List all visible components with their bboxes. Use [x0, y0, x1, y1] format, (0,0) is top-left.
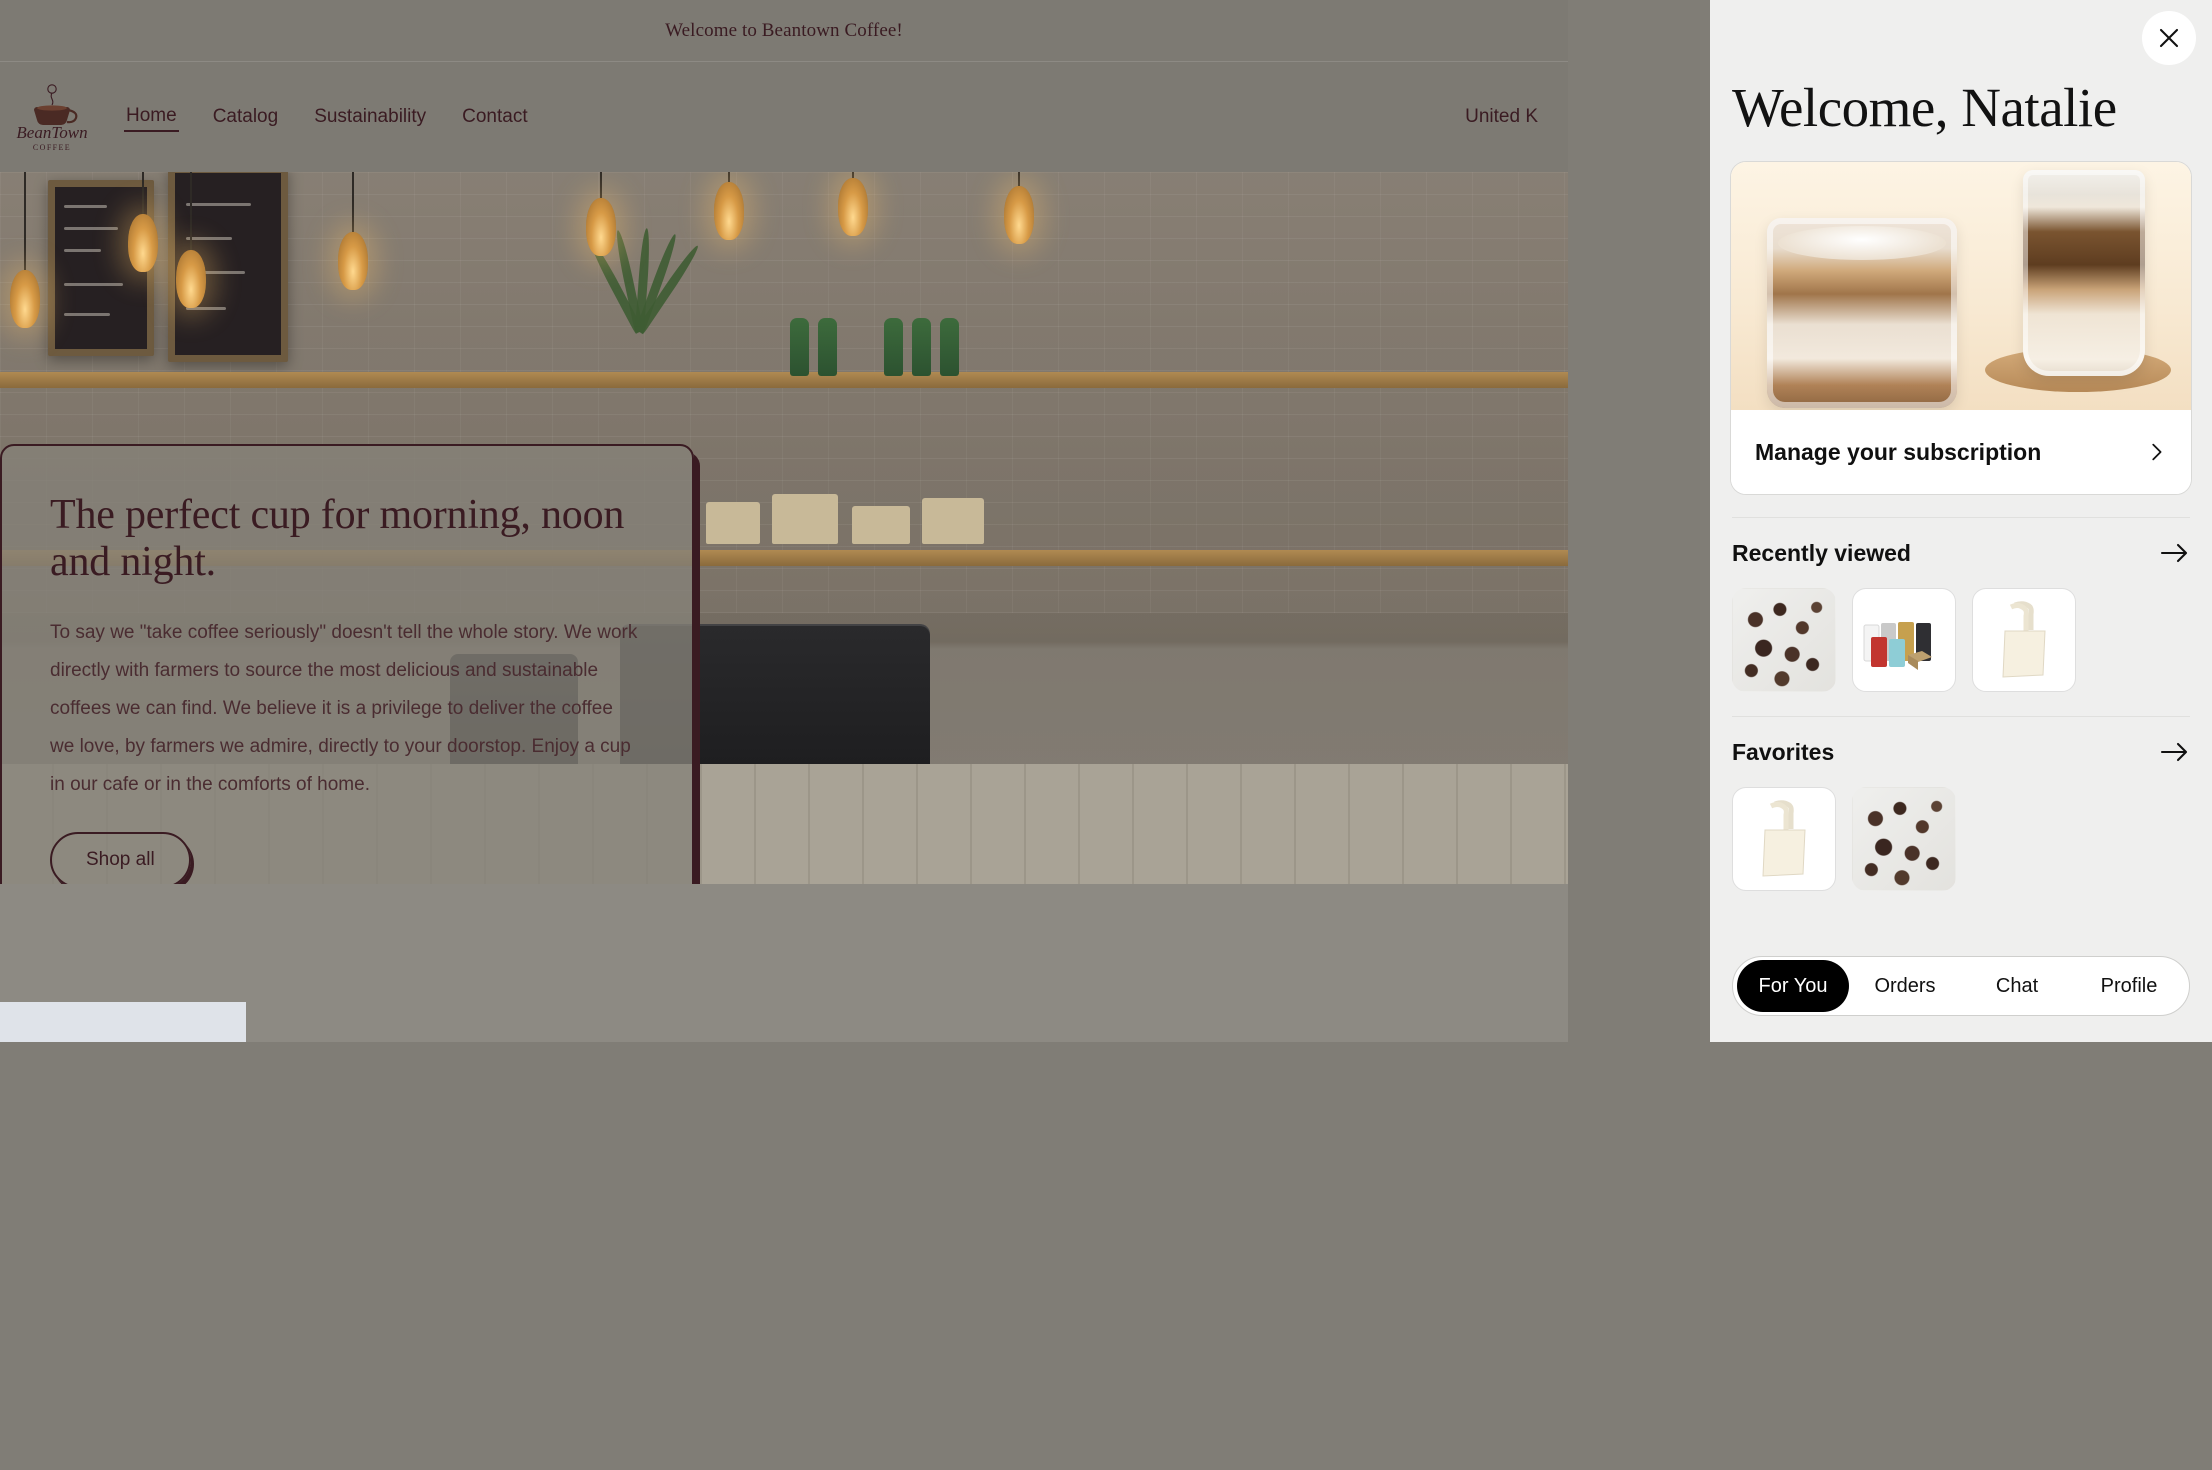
coffee-bag	[772, 494, 838, 544]
pendant-light	[714, 182, 744, 240]
announcement-bar: Welcome to Beantown Coffee!	[0, 0, 1568, 62]
favorites-thumbnails	[1732, 787, 2190, 891]
nav-link-sustainability[interactable]: Sustainability	[312, 103, 428, 131]
manage-subscription-row[interactable]: Manage your subscription	[1731, 410, 2191, 494]
recently-viewed-header: Recently viewed	[1732, 518, 2190, 588]
favorites-see-all-button[interactable]	[2160, 740, 2190, 764]
subscription-image	[1731, 162, 2191, 410]
svg-text:COFFEE: COFFEE	[33, 143, 71, 152]
recently-viewed-title: Recently viewed	[1732, 539, 1911, 566]
pendant-light	[1004, 186, 1034, 244]
pendant-light	[838, 178, 868, 236]
brand-logo[interactable]: BeanTown COFFEE	[8, 78, 96, 156]
panel-greeting: Welcome, Natalie	[1732, 77, 2117, 138]
storefront-page: Welcome to Beantown Coffee! BeanTown COF…	[0, 0, 1568, 1042]
subscription-card[interactable]: Manage your subscription	[1730, 161, 2192, 495]
close-icon	[2159, 28, 2179, 48]
close-panel-button[interactable]	[2142, 11, 2196, 65]
product-thumbnail-coffee-bags[interactable]	[1852, 588, 1956, 692]
pendant-light	[10, 270, 40, 328]
chevron-right-icon	[2145, 441, 2167, 463]
panel-topbar	[1710, 0, 2212, 66]
arrow-right-icon	[2160, 742, 2188, 762]
cold-brew-glass	[2023, 170, 2145, 376]
nav-links: Home Catalog Sustainability Contact	[124, 102, 530, 132]
nav-right-group: United K	[1465, 106, 1544, 128]
favorites-section: Favorites	[1710, 717, 2212, 891]
announcement-text: Welcome to Beantown Coffee!	[665, 19, 903, 41]
panel-tabbar: For You Orders Chat Profile	[1732, 956, 2190, 1016]
favorites-header: Favorites	[1732, 717, 2190, 787]
coffee-bag	[852, 506, 910, 544]
panel-content: Manage your subscription Recently viewed	[1710, 161, 2212, 1042]
pendant-light	[176, 250, 206, 308]
product-thumbnail-cacao-nibs[interactable]	[1732, 588, 1836, 692]
bottle	[912, 318, 931, 376]
main-navigation: BeanTown COFFEE Home Catalog Sustainabil…	[0, 62, 1568, 172]
nav-link-catalog[interactable]: Catalog	[211, 103, 281, 131]
bottle	[818, 318, 837, 376]
below-hero-section	[0, 884, 1568, 1042]
coffee-bag	[922, 498, 984, 544]
hero-body-text: To say we "take coffee seriously" doesn'…	[50, 622, 638, 796]
panel-tabbar-wrapper: For You Orders Chat Profile	[1710, 956, 2212, 1042]
recently-viewed-see-all-button[interactable]	[2160, 541, 2190, 565]
pendant-light	[128, 214, 158, 272]
recently-viewed-section: Recently viewed	[1710, 518, 2212, 692]
product-thumbnail-cacao-nibs[interactable]	[1852, 787, 1956, 891]
hero-title: The perfect cup for morning, noon and ni…	[50, 492, 625, 586]
favorites-title: Favorites	[1732, 738, 1835, 765]
page-footer-block	[0, 1002, 246, 1042]
bottle	[790, 318, 809, 376]
product-thumbnail-tote-bag[interactable]	[1732, 787, 1836, 891]
recently-viewed-thumbnails	[1732, 588, 2190, 692]
nav-link-home[interactable]: Home	[124, 102, 179, 132]
coffee-bag	[706, 502, 760, 544]
tab-for-you[interactable]: For You	[1737, 960, 1849, 1012]
hero-section: The perfect cup for morning, noon and ni…	[0, 172, 1568, 884]
tab-profile[interactable]: Profile	[2073, 960, 2185, 1012]
bottle	[884, 318, 903, 376]
svg-text:BeanTown: BeanTown	[16, 123, 87, 142]
bottle	[940, 318, 959, 376]
country-selector[interactable]: United K	[1465, 106, 1538, 128]
hero-content-card: The perfect cup for morning, noon and ni…	[0, 444, 694, 884]
product-thumbnail-tote-bag[interactable]	[1972, 588, 2076, 692]
manage-subscription-label: Manage your subscription	[1755, 438, 2042, 465]
tab-chat[interactable]: Chat	[1961, 960, 2073, 1012]
assistant-side-panel: Welcome, Natalie Manage your subscriptio…	[1710, 0, 2212, 1042]
nav-link-contact[interactable]: Contact	[460, 103, 529, 131]
pendant-light	[338, 232, 368, 290]
pendant-light	[586, 198, 616, 256]
arrow-right-icon	[2160, 543, 2188, 563]
tab-orders[interactable]: Orders	[1849, 960, 1961, 1012]
shop-all-button[interactable]: Shop all	[50, 832, 191, 884]
iced-latte-glass	[1767, 218, 1957, 408]
